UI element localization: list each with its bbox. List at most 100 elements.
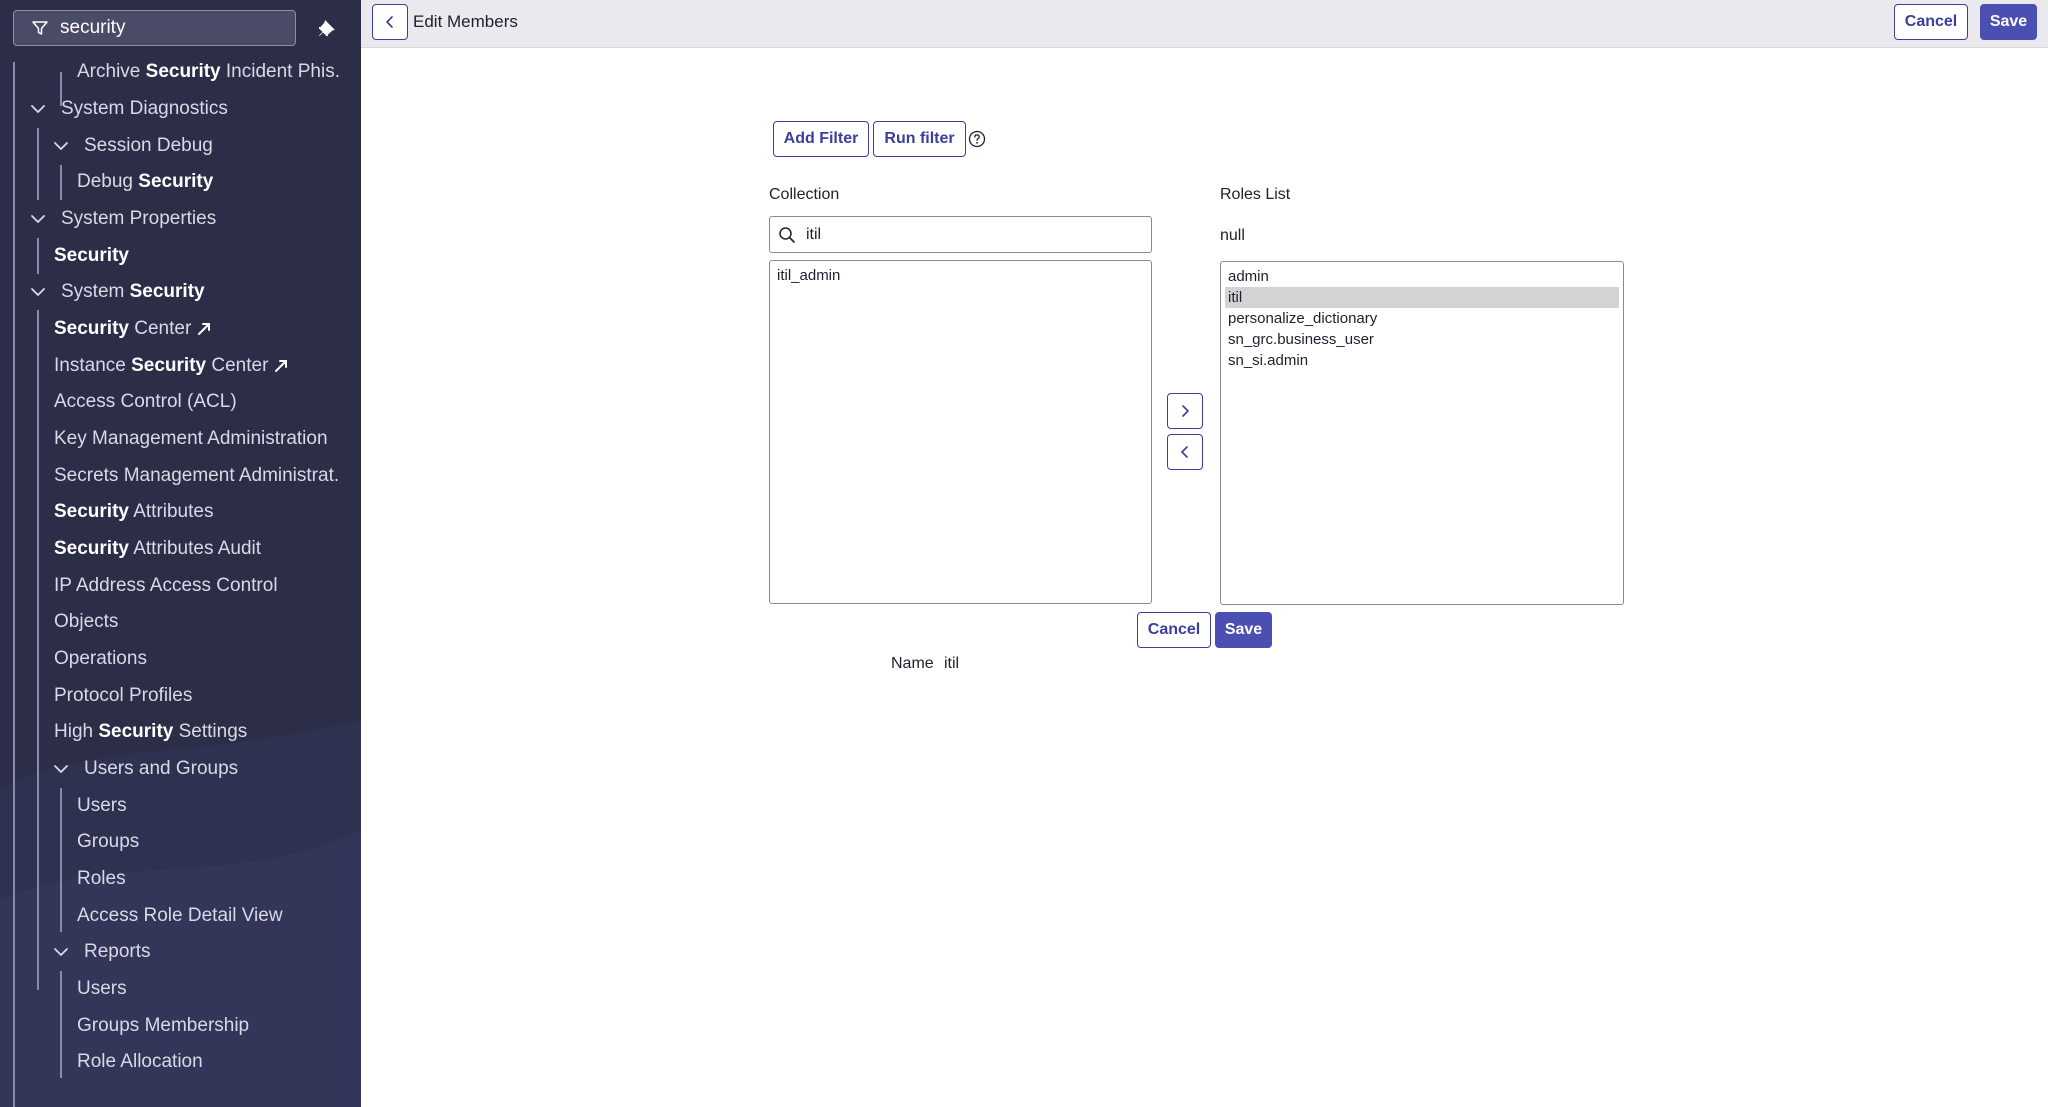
nav-item-report-users[interactable]: Users bbox=[77, 971, 127, 1007]
sidebar-filter-input[interactable] bbox=[60, 17, 280, 39]
label-text: Roles bbox=[77, 868, 126, 889]
label-text: High bbox=[54, 721, 99, 742]
header-cancel-button[interactable]: Cancel bbox=[1894, 4, 1968, 40]
tree-guide-line bbox=[13, 62, 15, 1107]
nav-item-role-allocation[interactable]: Role Allocation bbox=[77, 1044, 203, 1080]
chevron-down-icon[interactable] bbox=[52, 943, 70, 961]
highlight-match: Security bbox=[145, 61, 221, 82]
roles-list-label: Roles List bbox=[1220, 186, 1291, 203]
label-text: Reports bbox=[84, 941, 151, 962]
run-filter-button[interactable]: Run filter bbox=[873, 121, 966, 157]
chevron-down-icon[interactable] bbox=[52, 137, 70, 155]
nav-item-access-role-detail-view[interactable]: Access Role Detail View bbox=[77, 898, 283, 934]
role-option[interactable]: sn_si.admin bbox=[1225, 350, 1619, 371]
label-text: Access Role Detail View bbox=[77, 905, 283, 926]
page-title: Edit Members bbox=[413, 12, 518, 31]
add-to-roles-button[interactable] bbox=[1167, 393, 1203, 429]
help-icon[interactable] bbox=[968, 130, 986, 148]
nav-item-reports[interactable]: Reports bbox=[52, 934, 151, 970]
search-icon bbox=[779, 226, 795, 243]
nav-item-label: Security bbox=[54, 245, 129, 267]
label-text: System bbox=[61, 281, 130, 302]
nav-item-protocol-profiles[interactable]: Protocol Profiles bbox=[54, 678, 192, 714]
highlight-match: Security bbox=[138, 171, 214, 192]
chevron-down-icon[interactable] bbox=[29, 283, 47, 301]
label-text: System Properties bbox=[61, 208, 217, 229]
label-text: Session Debug bbox=[84, 135, 213, 156]
nav-item-users[interactable]: Users bbox=[77, 788, 127, 824]
nav-item-label: IP Address Access Control bbox=[54, 575, 278, 597]
nav-item-access-control[interactable]: Access Control (ACL) bbox=[54, 384, 237, 420]
nav-item-label: Session Debug bbox=[84, 135, 213, 157]
label-text: Debug bbox=[77, 171, 139, 192]
pin-icon[interactable] bbox=[317, 18, 337, 38]
nav-item-label: Security Attributes Audit bbox=[54, 538, 261, 560]
nav-item-system-diagnostics[interactable]: System Diagnostics bbox=[29, 91, 228, 127]
label-text: Access Control (ACL) bbox=[54, 391, 237, 412]
tree-guide-line bbox=[37, 128, 39, 200]
nav-item-label: Objects bbox=[54, 611, 118, 633]
label-text: Key Management Administration bbox=[54, 428, 328, 449]
nav-item-roles[interactable]: Roles bbox=[77, 861, 126, 897]
header: Edit Members Cancel Save bbox=[361, 0, 2048, 48]
highlight-match: Security bbox=[98, 721, 174, 742]
nav-item-groups-membership[interactable]: Groups Membership bbox=[77, 1008, 249, 1044]
nav-item-archive-security-incident[interactable]: Archive Security Incident Phis... bbox=[77, 54, 340, 90]
nav-item-label: Users bbox=[77, 795, 127, 817]
chevron-down-icon[interactable] bbox=[29, 210, 47, 228]
nav-item-users-and-groups[interactable]: Users and Groups bbox=[52, 751, 238, 787]
nav-item-key-management[interactable]: Key Management Administration bbox=[54, 421, 328, 457]
tree-guide-line bbox=[60, 165, 62, 200]
role-option[interactable]: personalize_dictionary bbox=[1225, 308, 1619, 329]
cancel-button[interactable]: Cancel bbox=[1137, 612, 1211, 648]
nav-item-ip-address-access-control[interactable]: IP Address Access Control bbox=[54, 568, 278, 604]
nav-item-instance-security-center[interactable]: Instance Security Center bbox=[54, 348, 288, 384]
nav-item-label: Reports bbox=[84, 941, 151, 963]
roles-listbox[interactable]: admin itil personalize_dictionary sn_grc.bu… bbox=[1220, 261, 1624, 605]
role-option[interactable]: sn_grc.business_user bbox=[1225, 329, 1619, 350]
chevron-down-icon[interactable] bbox=[52, 760, 70, 778]
label-text: Operations bbox=[54, 648, 147, 669]
highlight-match: Security bbox=[129, 281, 205, 302]
highlight-match: Security bbox=[54, 501, 129, 522]
nav-item-label: Security Center bbox=[54, 318, 191, 340]
nav-item-objects[interactable]: Objects bbox=[54, 604, 118, 640]
label-text: Center bbox=[128, 318, 192, 339]
role-option[interactable]: itil bbox=[1225, 287, 1619, 308]
nav-item-groups[interactable]: Groups bbox=[77, 824, 139, 860]
chevron-down-icon[interactable] bbox=[29, 100, 47, 118]
collection-option[interactable]: itil_admin bbox=[774, 265, 1147, 286]
nav-item-secrets-management[interactable]: Secrets Management Administrat... bbox=[54, 458, 340, 494]
nav-item-label: Access Role Detail View bbox=[77, 905, 283, 927]
nav-item-label: System Diagnostics bbox=[61, 98, 228, 120]
collection-listbox[interactable]: itil_admin bbox=[769, 260, 1152, 604]
sidebar-filter[interactable] bbox=[13, 10, 296, 46]
role-option[interactable]: admin bbox=[1225, 266, 1619, 287]
nav-item-security-center[interactable]: Security Center bbox=[54, 311, 211, 347]
nav-item-security[interactable]: Security bbox=[54, 238, 129, 274]
nav-item-label: Security Attributes bbox=[54, 501, 213, 523]
nav-item-operations[interactable]: Operations bbox=[54, 641, 147, 677]
nav-item-system-security[interactable]: System Security bbox=[29, 274, 205, 310]
nav-item-debug-security[interactable]: Debug Security bbox=[77, 164, 213, 200]
header-save-button[interactable]: Save bbox=[1980, 4, 2037, 40]
nav-item-session-debug[interactable]: Session Debug bbox=[52, 128, 213, 164]
label-text: Groups bbox=[77, 831, 140, 852]
nav-item-security-attributes[interactable]: Security Attributes bbox=[54, 494, 213, 530]
nav-item-label: Groups Membership bbox=[77, 1015, 249, 1037]
tree-guide-line bbox=[60, 788, 62, 932]
collection-search-input[interactable] bbox=[806, 225, 1126, 244]
remove-from-roles-button[interactable] bbox=[1167, 434, 1203, 470]
nav-item-security-attributes-audit[interactable]: Security Attributes Audit bbox=[54, 531, 261, 567]
label-text: Archive bbox=[77, 61, 146, 82]
add-filter-button[interactable]: Add Filter bbox=[773, 121, 869, 157]
save-button[interactable]: Save bbox=[1215, 612, 1272, 648]
label-text: Incident Phis... bbox=[220, 61, 340, 82]
label-text: Users and Groups bbox=[84, 758, 239, 779]
collection-search[interactable] bbox=[769, 216, 1152, 253]
highlight-match: Security bbox=[131, 355, 207, 376]
back-button[interactable] bbox=[372, 4, 408, 40]
nav-item-system-properties[interactable]: System Properties bbox=[29, 201, 216, 237]
nav-item-high-security-settings[interactable]: High Security Settings bbox=[54, 714, 247, 750]
label-text: Attributes Audit bbox=[128, 538, 262, 559]
